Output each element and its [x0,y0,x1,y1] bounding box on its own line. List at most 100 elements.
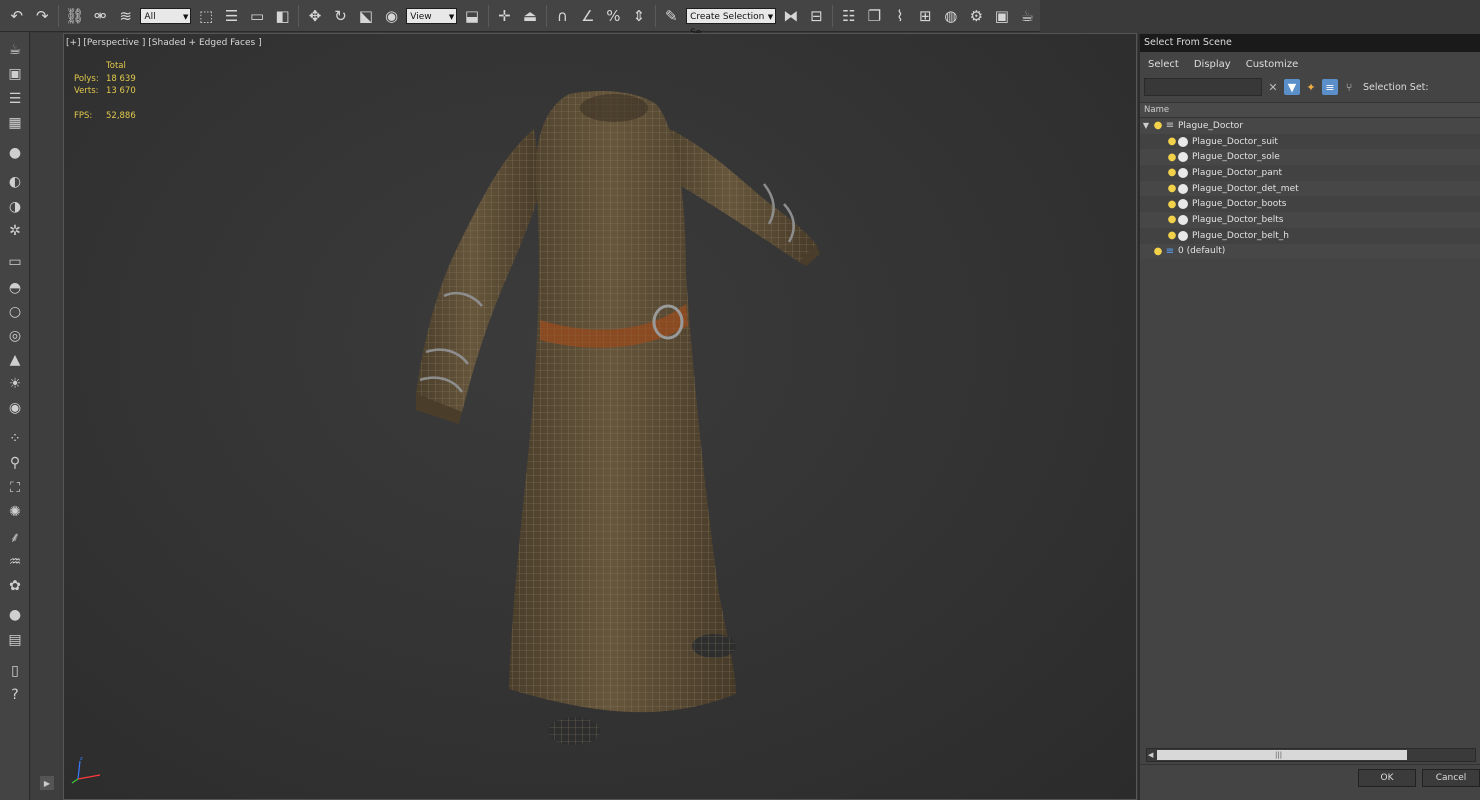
light-bulb-icon[interactable]: ● [1166,230,1178,241]
hair-fur-icon[interactable]: ♒ [4,552,26,572]
select-object-icon[interactable]: ⬚ [194,4,217,28]
sphere-icon[interactable]: ○ [4,302,26,322]
hierarchy-icon[interactable]: ⑂ [1341,79,1357,95]
sun-icon[interactable]: ☀ [4,374,26,394]
cloth-icon[interactable]: ✿ [4,576,26,596]
angle-snap-icon[interactable]: ∠ [576,4,599,28]
curve-editor-icon[interactable]: ⌇ [888,4,911,28]
clear-filter-icon[interactable]: ✕ [1265,79,1281,95]
torus-icon[interactable]: ◉ [4,398,26,418]
grass-icon[interactable]: ⸙ [4,527,26,547]
light-bulb-icon[interactable]: ● [1166,167,1178,178]
material-ball-icon[interactable]: ● [4,605,26,625]
expand-arrow-icon[interactable]: ▶ [40,776,54,790]
scroll-left-icon[interactable]: ◀ [1148,749,1153,761]
menu-display[interactable]: Display [1194,59,1231,70]
rectangular-selection-icon[interactable]: ▭ [245,4,268,28]
place-icon[interactable]: ◉ [380,4,403,28]
table-icon[interactable]: ▦ [4,113,26,133]
mirror-icon[interactable]: ⧓ [779,4,802,28]
horizontal-scrollbar[interactable]: ◀ ||| [1146,748,1476,762]
material-editor-icon[interactable]: ◍ [939,4,962,28]
align-icon[interactable]: ⊟ [805,4,828,28]
pivot-center-icon[interactable]: ⬓ [460,4,483,28]
cone-icon[interactable]: ▲ [4,350,26,370]
ok-button[interactable]: OK [1358,769,1416,787]
list-icon[interactable]: ☰ [4,89,26,109]
tree-row[interactable]: ▼ ● ≡ Plague_Doctor [1140,118,1480,134]
perspective-viewport[interactable]: [+] [Perspective ] [Shaded + Edged Faces… [63,33,1137,800]
unlink-selection-icon[interactable]: ⚮ [88,4,111,28]
tube-icon[interactable]: ◎ [4,326,26,346]
edit-named-selection-icon[interactable]: ✎ [660,4,683,28]
tree-row[interactable]: ● Plague_Doctor_suit [1140,133,1480,150]
display-filter-icon[interactable]: ✦ [1303,79,1319,95]
help-icon[interactable]: ? [4,685,26,705]
render-icon[interactable]: ▣ [4,64,26,84]
light-bulb-icon[interactable]: ● [1166,136,1178,147]
expand-triangle-icon[interactable]: ▼ [1140,121,1152,130]
select-by-name-icon[interactable]: ☰ [220,4,243,28]
scale-icon[interactable]: ⬕ [354,4,377,28]
redo-icon[interactable]: ↷ [30,4,53,28]
light-bulb-icon[interactable]: ● [1166,152,1178,163]
select-manipulate-icon[interactable]: ✛ [493,4,516,28]
panel-title[interactable]: Select From Scene [1140,34,1480,52]
bones-icon[interactable]: ⚲ [4,453,26,473]
schematic-view-icon[interactable]: ⊞ [914,4,937,28]
tree-row[interactable]: ● Plague_Doctor_belt_h [1140,227,1480,244]
bind-to-space-warp-icon[interactable]: ≋ [114,4,137,28]
object-sphere-icon [1178,136,1188,147]
rendered-frame-window-icon[interactable]: ▣ [990,4,1013,28]
scene-explorer-icon[interactable]: ☷ [837,4,860,28]
teapot-icon[interactable]: ☕ [4,40,26,60]
tree-row[interactable]: ● Plague_Doctor_det_met [1140,180,1480,197]
tree-row[interactable]: ● Plague_Doctor_pant [1140,165,1480,181]
name-filter-input[interactable] [1144,78,1262,96]
noise-icon[interactable]: ⁘ [4,429,26,449]
percent-snap-icon[interactable]: % [602,4,625,28]
layer-explorer-icon[interactable]: ❐ [863,4,886,28]
helper-icon[interactable]: ⛶ [4,478,26,498]
filter-funnel-icon[interactable]: ▼ [1284,79,1300,95]
tree-row[interactable]: ● Plague_Doctor_belts [1140,212,1480,228]
render-production-icon[interactable]: ☕ [1016,4,1039,28]
object-sphere-icon [1178,152,1188,163]
menu-select[interactable]: Select [1148,59,1179,70]
snaps-toggle-icon[interactable]: ∩ [551,4,574,28]
light-bulb-icon[interactable]: ● [1152,120,1164,131]
light-bulb-icon[interactable]: ● [1152,246,1164,257]
render-setup-icon[interactable]: ⚙ [965,4,988,28]
tree-row[interactable]: ● ≡ 0 (default) [1140,243,1480,260]
tree-row[interactable]: ● Plague_Doctor_boots [1140,196,1480,213]
cancel-button[interactable]: Cancel [1422,769,1480,787]
grid-icon[interactable]: ▤ [4,630,26,650]
named-selection-dropdown[interactable]: Create Selection Se [686,7,777,38]
select-and-link-icon[interactable]: ⛓ [63,4,86,28]
column-header-name[interactable]: Name [1140,102,1480,118]
undo-icon[interactable]: ↶ [5,4,28,28]
layer-sort-icon[interactable]: ≡ [1322,79,1338,95]
orbit-icon[interactable]: ◑ [4,197,26,217]
light-bulb-icon[interactable]: ● [4,143,26,163]
globe-icon[interactable]: ✺ [4,502,26,522]
reference-coord-dropdown[interactable]: View [406,7,458,25]
spinner-snap-icon[interactable]: ⇕ [627,4,650,28]
box-icon[interactable]: ▭ [4,252,26,272]
rotate-icon[interactable]: ↻ [329,4,352,28]
window-crossing-icon[interactable]: ◧ [271,4,294,28]
robe-model[interactable] [64,34,1137,800]
selection-filter-dropdown[interactable]: All [140,7,192,25]
light-bulb-icon[interactable]: ● [1166,183,1178,194]
camera-icon[interactable]: ◐ [4,172,26,192]
main-toolbar: ↶ ↷ ⛓ ⚮ ≋ All ⬚ ☰ ▭ ◧ ✥ ↻ ⬕ ◉ View ⬓ ✛ ⏏… [0,0,1040,38]
device-icon[interactable]: ▯ [4,661,26,681]
light-bulb-icon[interactable]: ● [1166,199,1178,210]
keyboard-shortcut-override-icon[interactable]: ⏏ [518,4,541,28]
menu-customize[interactable]: Customize [1246,59,1299,70]
move-icon[interactable]: ✥ [303,4,326,28]
particles-icon[interactable]: ✲ [4,221,26,241]
light-bulb-icon[interactable]: ● [1166,214,1178,225]
dome-icon[interactable]: ◓ [4,278,26,298]
tree-row[interactable]: ● Plague_Doctor_sole [1140,149,1480,166]
